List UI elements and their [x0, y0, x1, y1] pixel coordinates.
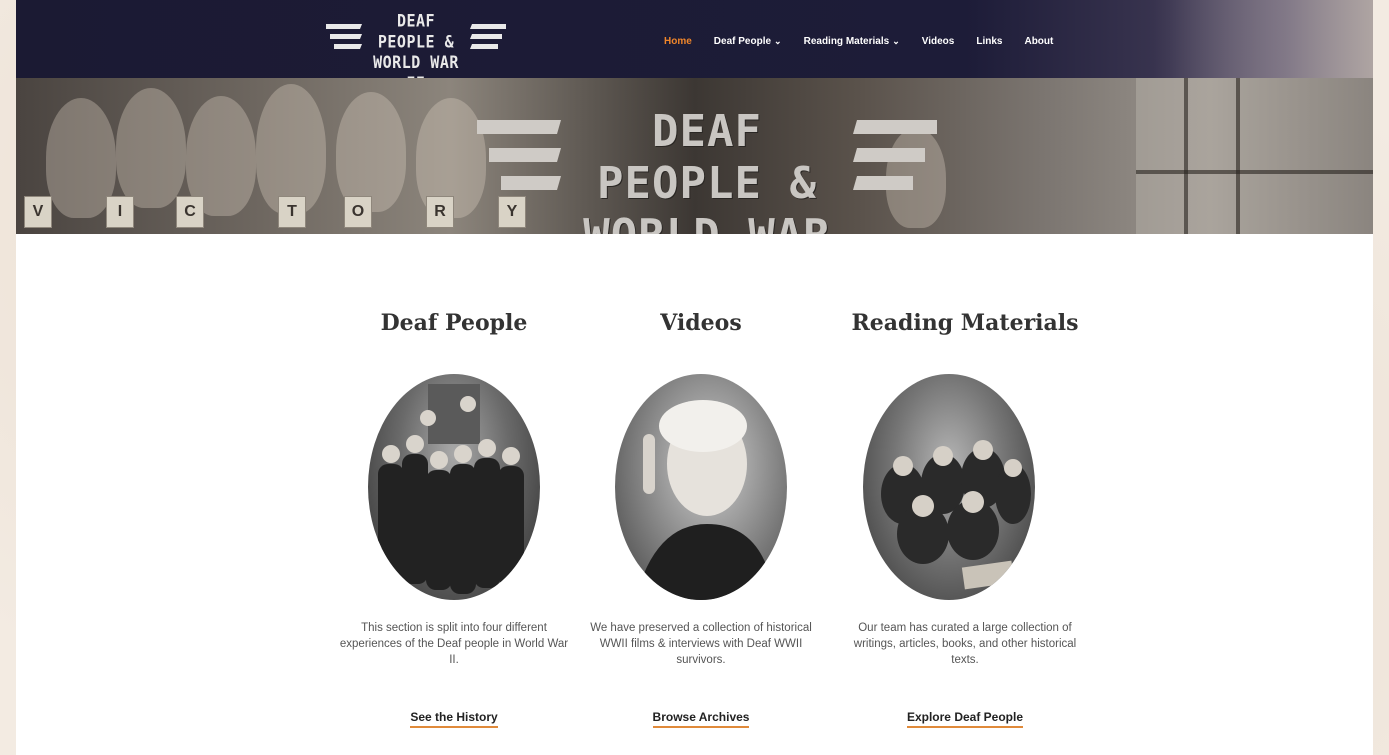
- logo-bars-right-icon: [470, 24, 506, 49]
- nav-item-label: Reading Materials: [803, 36, 890, 47]
- feature-title: Videos: [660, 310, 742, 336]
- nav-item-links[interactable]: Links: [976, 36, 1002, 47]
- victory-letter: O: [344, 196, 372, 228]
- features-section: Deaf People This section is split into f…: [16, 234, 1373, 755]
- site-logo[interactable]: DEAF PEOPLE & WORLD WAR II: [326, 10, 506, 93]
- feature-description: This section is split into four differen…: [339, 622, 569, 666]
- group-reading-photo-icon: [881, 440, 1031, 590]
- feature-description: We have preserved a collection of histor…: [590, 622, 812, 666]
- nav-item-label: Videos: [921, 36, 955, 47]
- victory-letter: I: [106, 196, 134, 228]
- feature-title: Reading Materials: [851, 310, 1079, 336]
- nav-item-home[interactable]: Home: [664, 36, 692, 47]
- see-the-history-link[interactable]: See the History: [334, 708, 574, 728]
- top-navigation: DEAF PEOPLE & WORLD WAR II Home Deaf Peo…: [16, 0, 1373, 93]
- link-label[interactable]: Explore Deaf People: [906, 710, 1024, 728]
- hero-photo-figure: [116, 88, 186, 208]
- victory-letter: C: [176, 196, 204, 228]
- nav-item-deaf-people[interactable]: Deaf People ⌄: [714, 36, 782, 47]
- victory-letter: T: [278, 196, 306, 228]
- hero-logo-text: DEAF PEOPLE & WORLD WAR II: [567, 106, 847, 234]
- hero-photo-figure: [336, 92, 406, 212]
- link-label[interactable]: Browse Archives: [652, 710, 750, 728]
- hero-logo: DEAF PEOPLE & WORLD WAR II: [471, 106, 937, 234]
- feature-image-reading-materials[interactable]: [863, 374, 1035, 600]
- nav-item-about[interactable]: About: [1024, 36, 1053, 47]
- hero-title-line2: WORLD WAR II: [567, 210, 847, 234]
- chevron-down-icon: ⌄: [774, 36, 782, 46]
- portrait-photo-icon: [635, 400, 775, 600]
- nav-item-label: Home: [664, 36, 692, 47]
- feature-image-deaf-people[interactable]: [368, 374, 540, 600]
- nav-item-reading-materials[interactable]: Reading Materials ⌄: [804, 36, 900, 47]
- nav-item-label: About: [1024, 36, 1054, 47]
- explore-deaf-people-link[interactable]: Explore Deaf People: [845, 708, 1085, 728]
- nav-background-photo: [1153, 0, 1373, 78]
- browse-archives-link[interactable]: Browse Archives: [581, 708, 821, 728]
- hero-photo-window: [1136, 78, 1373, 234]
- nav-item-label: Links: [976, 36, 1003, 47]
- hero-photo-figure: [256, 84, 326, 214]
- hero-logo-bars-left-icon: [477, 120, 561, 190]
- nav-item-label: Deaf People: [713, 36, 772, 47]
- hero-title-line1: DEAF PEOPLE &: [597, 106, 817, 209]
- main-menu: Home Deaf People ⌄ Reading Materials ⌄ Vid…: [664, 36, 1075, 47]
- logo-text-line1: DEAF PEOPLE &: [377, 10, 455, 52]
- victory-letters: V I C T O R Y: [16, 196, 536, 232]
- feature-title: Deaf People: [380, 310, 528, 336]
- group-photo-icon: [378, 384, 524, 594]
- hero-banner: V I C T O R Y DEAF PEOPLE & WORLD WAR II: [16, 78, 1373, 234]
- nav-item-videos[interactable]: Videos: [922, 36, 955, 47]
- link-label[interactable]: See the History: [410, 710, 498, 728]
- victory-letter: V: [24, 196, 52, 228]
- victory-letter: R: [426, 196, 454, 228]
- feature-image-videos[interactable]: [615, 374, 787, 600]
- logo-bars-left-icon: [326, 24, 362, 49]
- feature-description: Our team has curated a large collection …: [853, 622, 1077, 666]
- site-frame: DEAF PEOPLE & WORLD WAR II Home Deaf Peo…: [16, 0, 1373, 755]
- hero-logo-bars-right-icon: [853, 120, 937, 190]
- chevron-down-icon: ⌄: [892, 36, 900, 46]
